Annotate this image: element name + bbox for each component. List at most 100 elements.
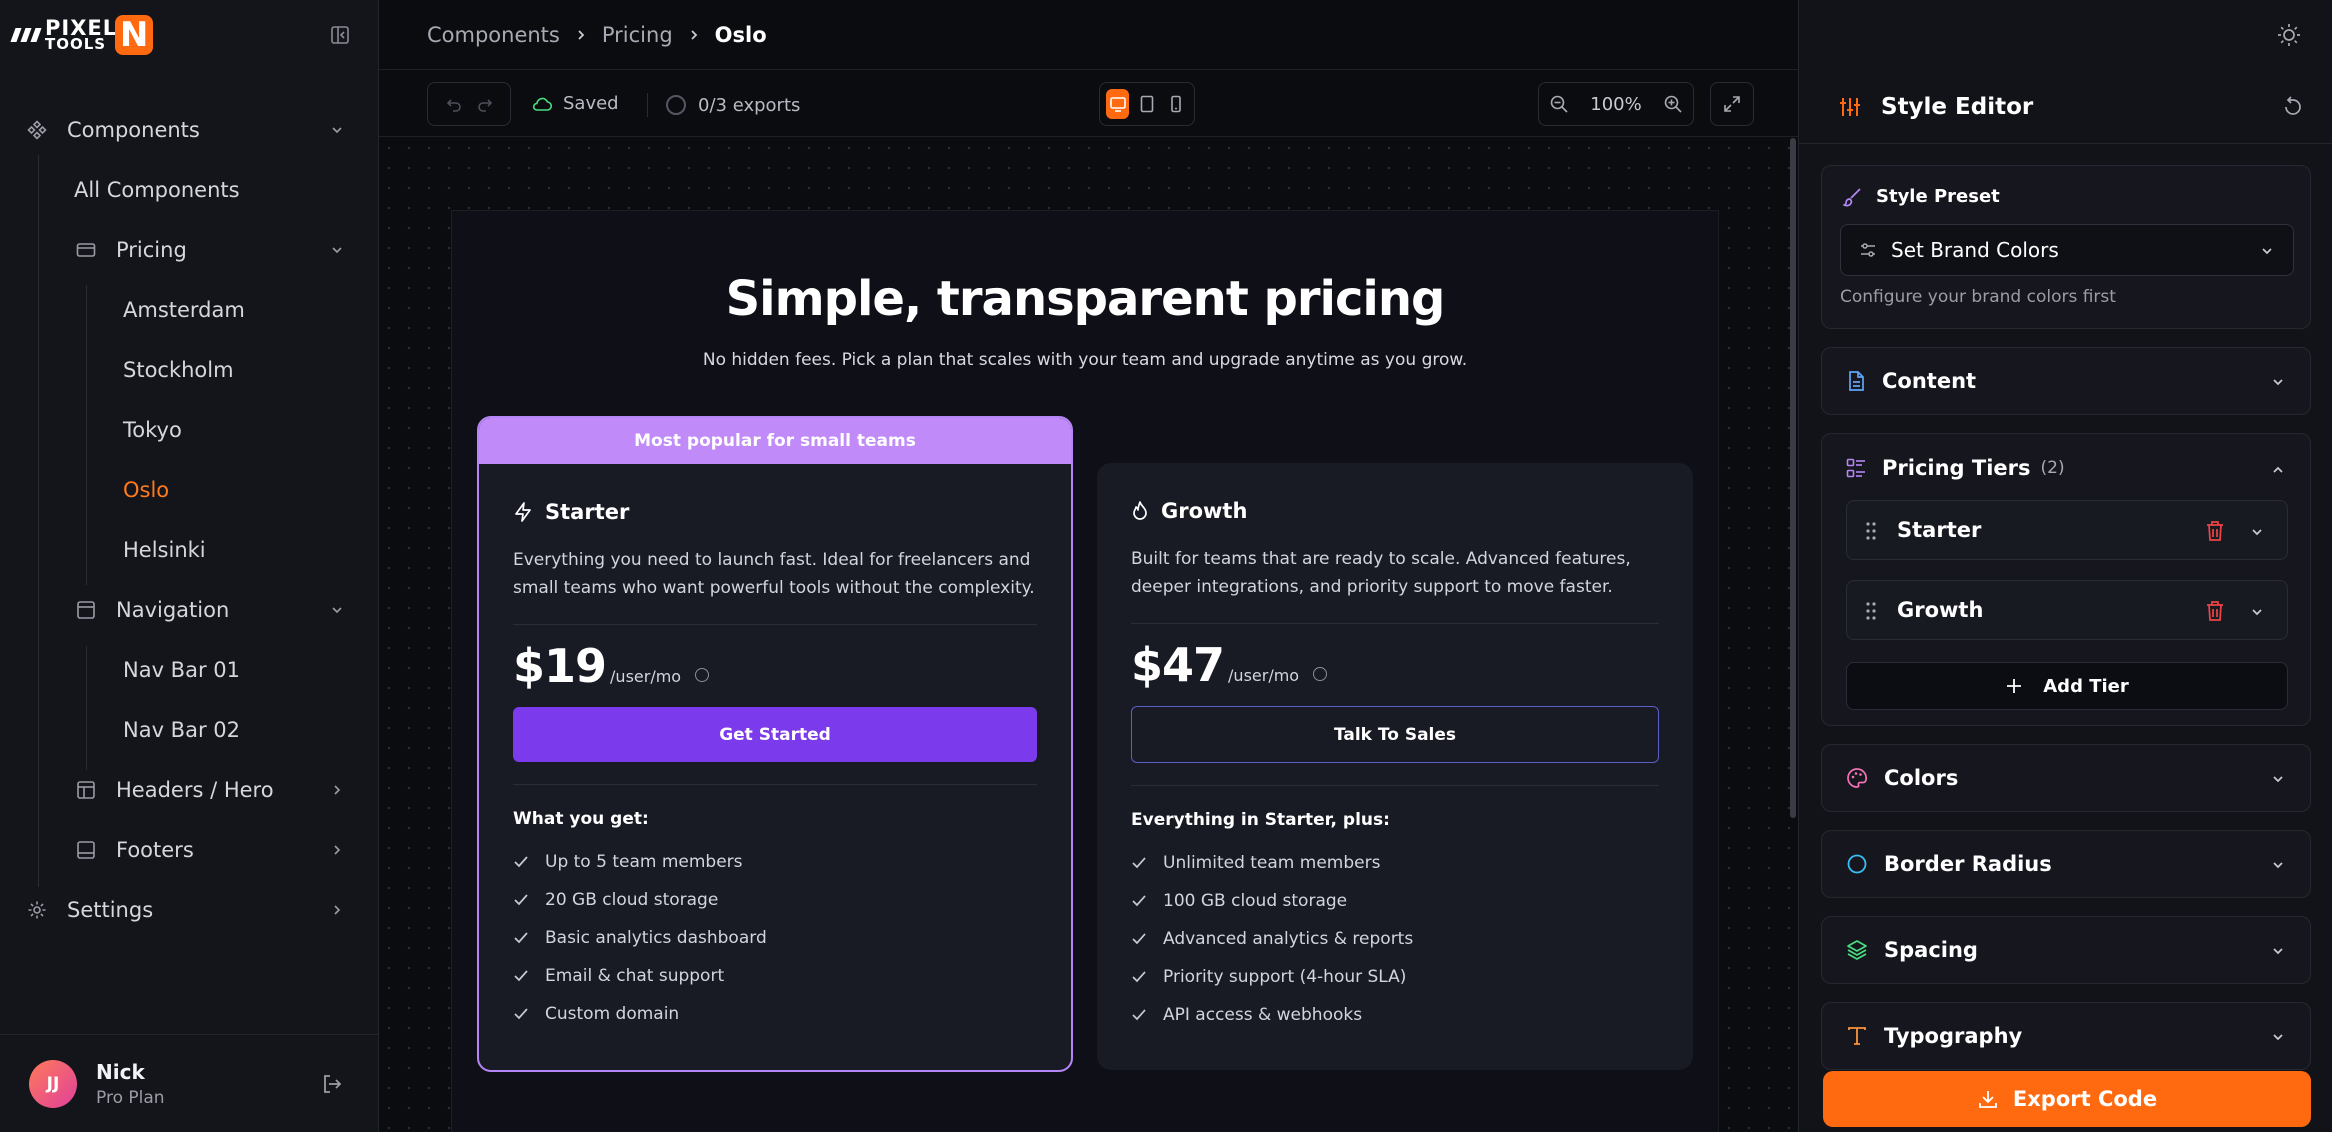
sidebar-item-footers[interactable]: Footers [0,820,378,880]
list-item: Email & chat support [513,957,1037,995]
redo-icon[interactable] [476,95,494,113]
section-label: Border Radius [1884,852,2052,876]
list-item: API access & webhooks [1131,996,1659,1034]
plus-icon [2005,677,2023,695]
list-icon [1846,458,1866,478]
get-started-button[interactable]: Get Started [513,707,1037,762]
sidebar-item-helsinki[interactable]: Helsinki [0,520,378,580]
sidebar-item-stockholm[interactable]: Stockholm [0,340,378,400]
list-item: Advanced analytics & reports [1131,920,1659,958]
pricing-tiers-header[interactable]: Pricing Tiers (2) [1846,456,2065,480]
sidebar-collapse-icon[interactable] [330,25,350,45]
logo-text: PIXEL TOOLS [45,17,117,51]
breadcrumb: Components Pricing Oslo [379,0,1798,70]
breadcrumb-item-current: Oslo [714,22,767,47]
export-code-button[interactable]: Export Code [1823,1071,2311,1127]
logo[interactable]: PIXEL TOOLS N [10,15,154,55]
canvas-scrollbar[interactable] [1790,138,1796,818]
undo-icon[interactable] [445,95,463,113]
list-item: 100 GB cloud storage [1131,882,1659,920]
reset-icon[interactable] [2282,96,2304,118]
logo-row: PIXEL TOOLS N [0,0,378,70]
tablet-icon [1140,95,1154,113]
plan-price: $19 /user/mo [513,639,1037,693]
chevron-down-icon [2270,1029,2286,1045]
tier-row-growth[interactable]: Growth [1846,580,2288,640]
sidebar-item-nav-bar-02[interactable]: Nav Bar 02 [0,700,378,760]
sidebar-item-tokyo[interactable]: Tokyo [0,400,378,460]
section-label: Pricing Tiers [1882,456,2031,480]
export-code-label: Export Code [2012,1087,2158,1111]
spacing-section[interactable]: Spacing [1821,916,2311,984]
save-status-label: Saved [563,93,619,114]
sidebar-item-label: Tokyo [123,418,182,442]
sidebar-item-pricing[interactable]: Pricing [0,220,378,280]
info-icon[interactable] [695,668,710,682]
tier-row-starter[interactable]: Starter [1846,500,2288,560]
typography-section[interactable]: Typography [1821,1002,2311,1070]
chevron-down-icon[interactable] [2249,524,2265,540]
popular-ribbon: Most popular for small teams [479,418,1071,464]
sidebar-item-headers-hero[interactable]: Headers / Hero [0,760,378,820]
preset-select[interactable]: Set Brand Colors [1840,224,2294,276]
drag-handle-icon[interactable] [1865,521,1877,541]
user-plan: Pro Plan [96,1087,165,1108]
section-label: Typography [1884,1024,2023,1048]
desktop-view-button[interactable] [1106,89,1130,119]
check-icon [1132,933,1146,945]
user-profile[interactable]: JJ Nick Pro Plan [0,1034,378,1132]
sidebar-item-oslo[interactable]: Oslo [0,460,378,520]
border-radius-section[interactable]: Border Radius [1821,830,2311,898]
sidebar-item-label: Nav Bar 01 [123,658,240,682]
panel-header: Style Editor [1799,70,2332,144]
feature-label: 20 GB cloud storage [545,890,719,910]
download-icon [1977,1088,1999,1110]
plan-name-label: Starter [545,500,630,524]
zoom-out-icon[interactable] [1549,94,1569,114]
mobile-view-button[interactable] [1165,89,1188,119]
breadcrumb-item-pricing[interactable]: Pricing [602,23,673,47]
zoom-in-icon[interactable] [1663,94,1683,114]
price-period: /user/mo [610,667,682,686]
feature-label: Up to 5 team members [545,852,743,872]
sidebar-item-amsterdam[interactable]: Amsterdam [0,280,378,340]
pricing-subtitle: No hidden fees. Pick a plan that scales … [702,350,1468,370]
breadcrumb-item-components[interactable]: Components [427,23,560,47]
sidebar-item-settings[interactable]: Settings [0,880,378,940]
logout-icon[interactable] [321,1073,343,1095]
feature-list: Unlimited team members 100 GB cloud stor… [1131,844,1659,1034]
talk-to-sales-button[interactable]: Talk To Sales [1131,706,1659,763]
sidebar: PIXEL TOOLS N Components All Components [0,0,379,1132]
settings-sliders-icon [1859,241,1877,259]
sidebar-item-label: Headers / Hero [116,778,274,802]
fullscreen-button[interactable] [1710,82,1754,126]
sidebar-item-all-components[interactable]: All Components [0,160,378,220]
content-section[interactable]: Content [1821,347,2311,415]
chevron-up-icon[interactable] [2270,462,2286,478]
editor-toolbar: Saved 0/3 exports 100% [379,70,1798,137]
trash-icon[interactable] [2205,600,2225,622]
features-title: Everything in Starter, plus: [1131,810,1390,830]
colors-section[interactable]: Colors [1821,744,2311,812]
sun-icon[interactable] [2276,22,2302,48]
user-info: Nick Pro Plan [96,1060,165,1108]
tablet-view-button[interactable] [1135,89,1158,119]
chevron-down-icon [330,243,344,257]
add-tier-label: Add Tier [2043,675,2129,697]
info-icon[interactable] [1313,667,1328,681]
drag-handle-icon[interactable] [1865,601,1877,621]
sidebar-item-components[interactable]: Components [0,100,378,160]
chevron-down-icon[interactable] [2249,604,2265,620]
sidebar-item-label: Oslo [123,478,170,502]
divider [647,93,648,117]
check-icon [514,856,528,868]
main-area: Components Pricing Oslo Saved 0/3 export… [379,0,1798,1132]
card-body: Growth Built for teams that are ready to… [1097,499,1693,1034]
document-icon [1846,370,1866,392]
add-tier-button[interactable]: Add Tier [1846,662,2288,710]
feature-label: Unlimited team members [1163,853,1381,873]
trash-icon[interactable] [2205,520,2225,542]
card-icon [76,240,96,260]
sidebar-item-nav-bar-01[interactable]: Nav Bar 01 [0,640,378,700]
sidebar-item-navigation[interactable]: Navigation [0,580,378,640]
